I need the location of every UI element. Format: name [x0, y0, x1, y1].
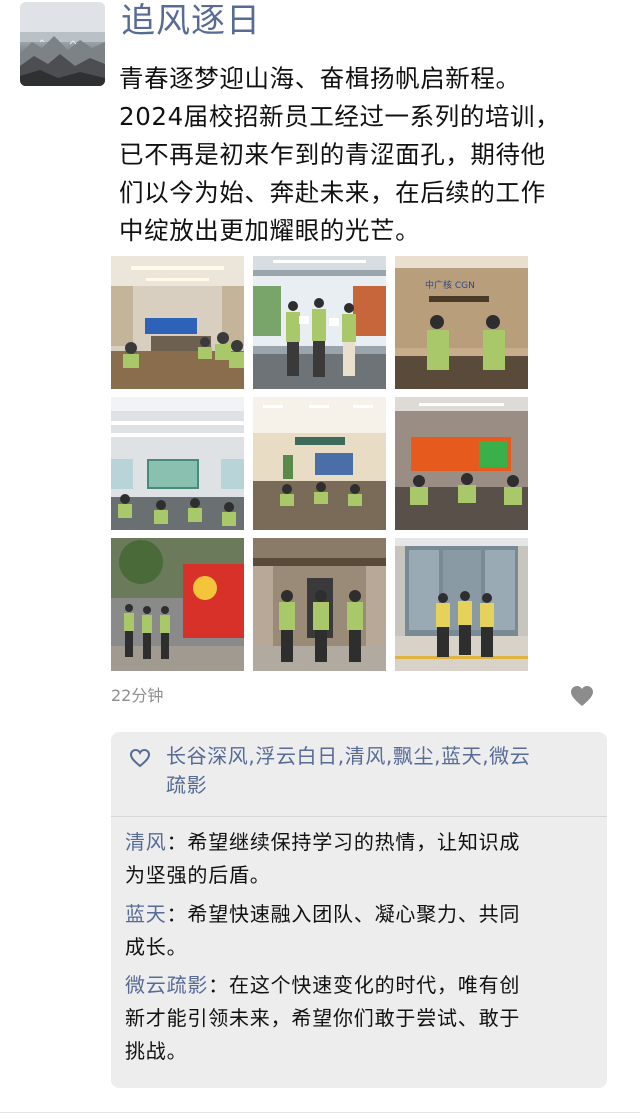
- comment-text: 在这个快速变化的时代，唯有创: [229, 973, 521, 997]
- photo-party-flag-wall[interactable]: [111, 538, 244, 671]
- likes-row: 长谷深风,浮云白日,清风,飘尘,蓝天,微云 疏影: [127, 742, 597, 816]
- post-text-line: 中绽放出更加耀眼的光芒。: [119, 216, 421, 245]
- bottom-divider: [0, 1112, 640, 1113]
- comment-item[interactable]: 蓝天：希望快速融入团队、凝心聚力、共同 成长。: [125, 898, 585, 964]
- comment-item[interactable]: 微云疏影：在这个快速变化的时代，唯有创 新才能引领未来，希望你们敢于尝试、敢于 …: [125, 969, 585, 1068]
- comment-separator: ：: [166, 830, 188, 854]
- comment-text: 挑战。: [125, 1039, 188, 1063]
- post-time: 22分钟: [111, 686, 164, 705]
- photo-memorial-building[interactable]: [253, 538, 386, 671]
- post-text-line: 已不再是初来乍到的青涩面孔，期待他: [119, 140, 546, 169]
- comment-author[interactable]: 清风: [125, 830, 167, 854]
- photo-meeting-room[interactable]: [111, 256, 244, 389]
- comment-separator: ：: [166, 902, 188, 926]
- likes-names-line[interactable]: 长谷深风,浮云白日,清风,飘尘,蓝天,微云: [166, 742, 596, 771]
- comment-text: 为坚强的后盾。: [125, 863, 271, 887]
- heart-comment-more-icon: [571, 686, 593, 706]
- post-text-line: 们以今为始、奔赴未来，在后续的工作: [119, 178, 546, 207]
- post-text: 青春逐梦迎山海、奋楫扬帆启新程。 2024届校招新员工经过一系列的培训， 已不再…: [119, 60, 599, 250]
- photo-training-hall[interactable]: [253, 397, 386, 530]
- comment-author[interactable]: 蓝天: [125, 902, 167, 926]
- photo-oath-cgn-wall[interactable]: 中广核 CGN: [395, 256, 528, 389]
- post-text-line: 青春逐梦迎山海、奋楫扬帆启新程。: [119, 64, 521, 93]
- photo-classroom[interactable]: [111, 397, 244, 530]
- comment-separator: ：: [208, 973, 230, 997]
- author-name[interactable]: 追风逐日: [121, 0, 261, 42]
- heart-outline-icon: [129, 748, 151, 768]
- likes-comments-panel: 长谷深风,浮云白日,清风,飘尘,蓝天,微云 疏影 清风：希望继续保持学习的热情，…: [111, 732, 607, 1088]
- mountain-landscape-avatar: [20, 2, 105, 86]
- likes-names-line[interactable]: 疏影: [166, 771, 596, 800]
- comment-text: 新才能引领未来，希望你们敢于尝试、敢于: [125, 1006, 521, 1030]
- cgn-banner-text: 中广核 CGN: [425, 279, 475, 291]
- like-comment-button[interactable]: [569, 684, 595, 708]
- comment-author[interactable]: 微云疏影: [125, 973, 208, 997]
- comment-text: 希望继续保持学习的热情，让知识成: [187, 830, 521, 854]
- likes-divider: [111, 816, 607, 817]
- photo-presentation-stage[interactable]: [253, 256, 386, 389]
- author-avatar[interactable]: [20, 2, 105, 86]
- comment-text: 成长。: [125, 935, 188, 959]
- comment-item[interactable]: 清风：希望继续保持学习的热情，让知识成 为坚强的后盾。: [125, 826, 585, 892]
- photo-orange-screen-seminar[interactable]: [395, 397, 528, 530]
- post-text-line: 2024届校招新员工经过一系列的培训，: [119, 102, 561, 131]
- likes-names[interactable]: 长谷深风,浮云白日,清风,飘尘,蓝天,微云 疏影: [166, 742, 596, 800]
- photo-office-entrance[interactable]: [395, 538, 528, 671]
- comment-text: 希望快速融入团队、凝心聚力、共同: [187, 902, 521, 926]
